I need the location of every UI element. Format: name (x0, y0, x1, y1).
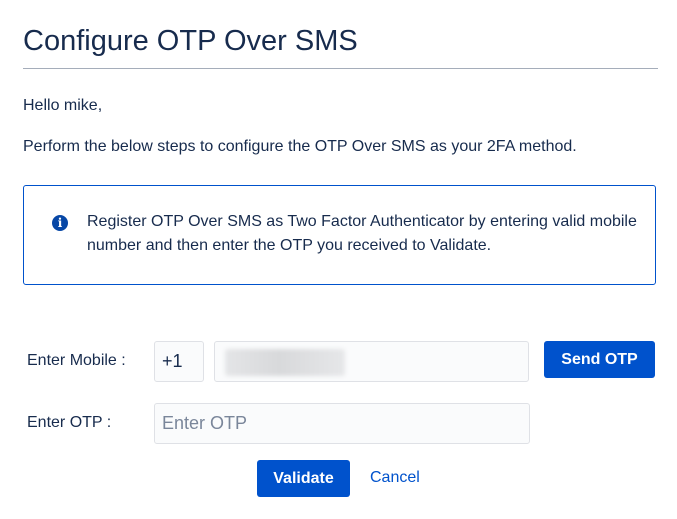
redacted-phone-number (225, 349, 345, 376)
otp-input[interactable] (154, 403, 530, 444)
country-code-field[interactable]: +1 (154, 341, 204, 382)
greeting-text: Hello mike, (23, 97, 103, 114)
validate-button[interactable]: Validate (257, 460, 350, 497)
info-icon: i (52, 215, 68, 231)
instructions-text: Perform the below steps to configure the… (23, 138, 577, 155)
title-divider (23, 68, 658, 69)
send-otp-button[interactable]: Send OTP (544, 341, 655, 378)
cancel-link[interactable]: Cancel (370, 468, 420, 488)
page-title: Configure OTP Over SMS (23, 25, 358, 57)
info-message: Register OTP Over SMS as Two Factor Auth… (87, 213, 637, 254)
otp-label: Enter OTP : (27, 414, 112, 431)
mobile-label: Enter Mobile : (27, 352, 126, 369)
mobile-number-field[interactable] (214, 341, 529, 382)
info-panel: i Register OTP Over SMS as Two Factor Au… (23, 185, 656, 285)
